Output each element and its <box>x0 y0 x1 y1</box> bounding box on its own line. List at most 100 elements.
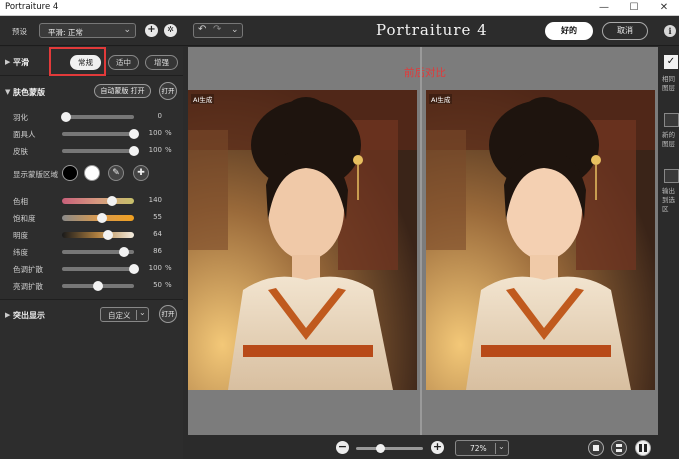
slider-label: 色调扩散 <box>13 265 43 274</box>
slider-value: 86 <box>153 247 162 255</box>
highlight-preset-value: 自定义 <box>108 311 131 320</box>
mask-color-black[interactable] <box>62 165 78 181</box>
slider-value: 100 <box>148 146 162 154</box>
skin-slider[interactable] <box>62 146 139 156</box>
preset-label: 预设 <box>12 27 27 36</box>
slider-thumb[interactable] <box>129 264 139 274</box>
settings-panel: ▶ 平滑 常规 适中 增强 ▼ 肤色蒙版 自动蒙版 打开 打开 羽化 0 面具人… <box>0 47 183 459</box>
output-checkbox[interactable] <box>664 169 679 183</box>
slider-thumb[interactable] <box>96 213 107 223</box>
saturation-slider[interactable] <box>62 213 134 223</box>
window-title: Portraiture 4 <box>5 2 59 12</box>
slider-value: 64 <box>153 230 162 238</box>
preview-canvas[interactable]: 前后对比 AI生成 AI生成 <box>188 47 658 435</box>
zoom-in-button[interactable]: + <box>431 441 444 454</box>
output-option-same-layer[interactable]: 相同图层 <box>662 75 679 93</box>
slider-value: 100 <box>148 264 162 272</box>
skin-mask-open-button[interactable]: 打开 <box>159 82 177 100</box>
slider-thumb[interactable] <box>103 230 114 240</box>
cancel-button[interactable]: 取消 <box>602 22 648 40</box>
toolbar: 预设 平滑: 正常 ⌄ + ✲ ↶ ↷ ⌄ Portraiture 4 好的 取… <box>0 16 679 46</box>
close-button[interactable]: ✕ <box>649 0 679 16</box>
highlight-title: 突出显示 <box>13 311 45 320</box>
eyedropper-add-icon[interactable]: ✚ <box>133 165 149 181</box>
slider-thumb[interactable] <box>118 247 129 257</box>
slider-thumb[interactable] <box>60 112 71 122</box>
slider-value: 140 <box>148 196 162 204</box>
output-option-selection[interactable]: 输出到选区 <box>662 187 679 214</box>
slider-thumb[interactable] <box>107 196 118 206</box>
slider-unit: % <box>165 146 172 154</box>
divider <box>136 310 137 320</box>
collapse-icon[interactable]: ▼ <box>5 88 10 96</box>
smoothing-title: 平滑 <box>13 58 29 67</box>
expand-icon[interactable]: ▶ <box>5 58 10 66</box>
mask-color-white[interactable] <box>84 165 100 181</box>
chevron-down-icon: ⌄ <box>498 442 505 451</box>
feather-slider[interactable] <box>60 112 134 122</box>
app-logo: Portraiture 4 <box>376 21 488 39</box>
portrait-image <box>426 90 655 390</box>
slider-value: 0 <box>157 112 162 120</box>
redo-icon[interactable]: ↷ <box>213 24 221 35</box>
tone-spread-slider[interactable] <box>62 264 139 274</box>
portrait-image <box>188 90 417 390</box>
split-vertical-icon[interactable] <box>635 440 651 456</box>
output-option-new-layer[interactable]: 新的图层 <box>662 131 679 149</box>
highlight-open-button[interactable]: 打开 <box>159 305 177 323</box>
single-view-icon[interactable] <box>588 440 604 456</box>
preset-value: 平滑: 正常 <box>48 28 83 37</box>
expand-icon[interactable]: ▶ <box>5 311 10 319</box>
watermark: AI生成 <box>191 94 215 104</box>
highlight-spread-slider[interactable] <box>62 281 134 291</box>
slider-value: 50 <box>153 281 162 289</box>
slider-value: 100 <box>148 129 162 137</box>
highlight-preset-dropdown[interactable]: 自定义 ⌄ <box>100 307 149 322</box>
add-preset-button[interactable]: + <box>145 24 158 37</box>
info-icon[interactable]: i <box>664 25 676 37</box>
lightness-slider[interactable] <box>62 230 134 240</box>
slider-value: 55 <box>153 213 162 221</box>
zoom-bar: − + 72% ⌄ <box>183 435 658 459</box>
gear-icon[interactable]: ✲ <box>164 24 177 37</box>
slider-label: 纬度 <box>13 248 28 257</box>
ok-button[interactable]: 好的 <box>545 22 593 40</box>
mask-slider[interactable] <box>62 129 139 139</box>
smoothing-option-medium[interactable]: 适中 <box>108 55 139 70</box>
zoom-slider-thumb[interactable] <box>376 444 386 453</box>
chevron-down-icon[interactable]: ⌄ <box>231 25 239 35</box>
divider <box>495 443 496 454</box>
hue-slider[interactable] <box>62 196 134 206</box>
auto-mask-button[interactable]: 自动蒙版 打开 <box>94 84 151 98</box>
slider-thumb[interactable] <box>129 129 139 139</box>
latitude-slider[interactable] <box>62 247 134 257</box>
zoom-out-button[interactable]: − <box>336 441 349 454</box>
slider-label: 面具人 <box>13 130 36 139</box>
smoothing-option-strong[interactable]: 增强 <box>145 55 178 70</box>
output-checkbox[interactable] <box>664 113 679 127</box>
zoom-dropdown[interactable]: 72% ⌄ <box>455 440 509 456</box>
slider-label: 明度 <box>13 231 28 240</box>
slider-label: 皮肤 <box>13 147 28 156</box>
slider-unit: % <box>165 281 172 289</box>
zoom-slider[interactable] <box>356 444 423 453</box>
undo-icon[interactable]: ↶ <box>198 24 206 35</box>
minimize-button[interactable]: — <box>589 0 619 16</box>
slider-unit: % <box>165 264 172 272</box>
slider-label: 羽化 <box>13 113 28 122</box>
slider-label: 色相 <box>13 197 28 206</box>
check-icon[interactable]: ✓ <box>664 55 678 69</box>
split-divider[interactable] <box>420 47 422 435</box>
split-horizontal-icon[interactable] <box>611 440 627 456</box>
slider-thumb[interactable] <box>129 146 139 156</box>
slider-unit: % <box>165 129 172 137</box>
selection-highlight-box <box>49 47 106 76</box>
chevron-down-icon: ⌄ <box>139 308 146 317</box>
preset-dropdown[interactable]: 平滑: 正常 ⌄ <box>39 23 136 38</box>
watermark: AI生成 <box>429 94 453 104</box>
output-panel: ✓ 相同图层 新的图层 输出到选区 <box>658 47 679 459</box>
slider-thumb[interactable] <box>93 281 103 291</box>
eyedropper-icon[interactable]: ✎ <box>108 165 124 181</box>
maximize-button[interactable]: ☐ <box>619 0 649 16</box>
show-mask-label: 显示蒙版区域 <box>13 170 58 179</box>
